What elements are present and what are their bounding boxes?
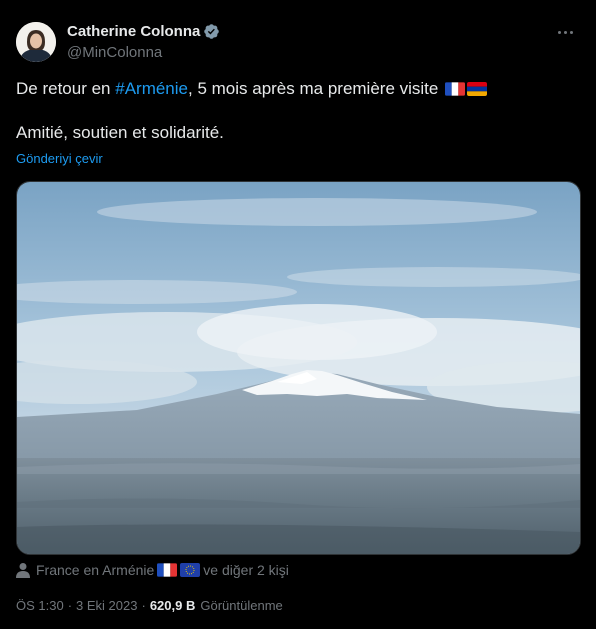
flag-eu-icon bbox=[180, 563, 201, 577]
views-count: 620,9 B bbox=[149, 598, 196, 613]
avatar[interactable] bbox=[16, 22, 56, 62]
views-label: Görüntülenme bbox=[200, 598, 283, 613]
flag-france-icon bbox=[445, 82, 466, 96]
author-name-row: Catherine Colonna bbox=[67, 23, 220, 40]
tagged-others-link[interactable]: ve diğer 2 kişi bbox=[203, 562, 289, 578]
tweet-text-line-1: De retour en #Arménie, 5 mois après ma p… bbox=[16, 78, 576, 100]
separator-dot: · bbox=[141, 598, 146, 613]
tweet-text-gap bbox=[16, 100, 576, 122]
hashtag-link[interactable]: #Arménie bbox=[115, 79, 188, 98]
person-icon bbox=[16, 562, 30, 578]
tweet-date[interactable]: 3 Eki 2023 bbox=[76, 598, 137, 613]
tweet-text-line-2: Amitié, soutien et solidarité. bbox=[16, 123, 224, 142]
tweet-text: De retour en #Arménie, 5 mois après ma p… bbox=[16, 78, 576, 144]
author-handle[interactable]: @MinColonna bbox=[67, 44, 162, 61]
tweet-photo[interactable] bbox=[16, 181, 581, 555]
flag-france-icon bbox=[157, 563, 178, 577]
author-name[interactable]: Catherine Colonna bbox=[67, 23, 200, 40]
tweet-header: Catherine Colonna @MinColonna bbox=[16, 20, 580, 62]
tweet-time[interactable]: ÖS 1:30 bbox=[16, 598, 64, 613]
flag-armenia-icon bbox=[467, 82, 488, 96]
tagged-account-link[interactable]: France en Arménie bbox=[36, 562, 154, 578]
tweet-meta: ÖS 1:30 · 3 Eki 2023 · 620,9 B Görüntüle… bbox=[16, 598, 283, 613]
verified-badge-icon[interactable] bbox=[203, 23, 220, 40]
separator-dot: · bbox=[67, 598, 73, 613]
tweet-text-part: De retour en bbox=[16, 79, 116, 98]
tweet-text-part: , 5 mois après ma première visite bbox=[188, 79, 439, 98]
translate-post-link[interactable]: Gönderiyi çevir bbox=[16, 151, 103, 166]
more-options-icon[interactable] bbox=[552, 20, 578, 44]
tagged-accounts: France en Arménie ve diğer 2 kişi bbox=[16, 562, 289, 578]
